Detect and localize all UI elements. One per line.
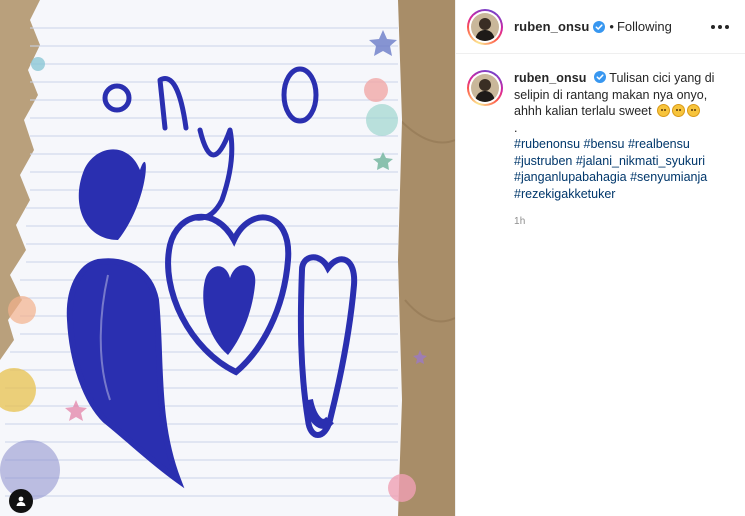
following-button[interactable]: Following xyxy=(617,19,672,34)
more-options-icon xyxy=(711,24,715,29)
verified-badge-icon xyxy=(594,71,607,83)
user-tag-button[interactable] xyxy=(9,489,33,513)
verified-badge-icon xyxy=(593,20,606,33)
photo-scene xyxy=(0,0,455,516)
hashtag-line[interactable]: #justruben #jalani_nikmati_syukuri xyxy=(514,153,719,170)
smiling-face-emoji-icon xyxy=(672,104,686,117)
instagram-post: ruben_onsu • Following ruben_onsu Tulisa… xyxy=(0,0,745,516)
caption-avatar-image xyxy=(471,74,499,102)
hashtag-line[interactable]: #rezekigakketuker xyxy=(514,186,719,203)
caption-username[interactable]: ruben_onsu xyxy=(514,71,587,85)
smiling-face-emoji-icon xyxy=(657,104,671,117)
more-options-button[interactable] xyxy=(709,19,731,35)
caption-author-avatar[interactable] xyxy=(467,70,503,106)
caption-comment: ruben_onsu Tulisan cici yang di selipin … xyxy=(456,54,745,231)
hashtag-line[interactable]: #janganlupabahagia #senyumianja xyxy=(514,169,719,186)
user-tag-icon xyxy=(16,496,26,506)
post-photo[interactable] xyxy=(0,0,455,516)
header-separator: • xyxy=(609,19,614,34)
author-username[interactable]: ruben_onsu xyxy=(514,19,589,34)
author-avatar[interactable] xyxy=(467,8,503,45)
caption-body: ruben_onsu Tulisan cici yang di selipin … xyxy=(514,70,719,231)
smiling-face-emoji-icon xyxy=(687,104,701,117)
hashtag-line[interactable]: #rubenonsu #bensu #realbensu xyxy=(514,136,719,153)
post-side-panel: ruben_onsu • Following ruben_onsu Tulisa… xyxy=(455,0,745,516)
caption-dot: . xyxy=(514,120,518,135)
post-header: ruben_onsu • Following xyxy=(456,0,745,54)
author-avatar-image xyxy=(471,12,499,41)
post-timestamp[interactable]: 1h xyxy=(514,214,719,231)
